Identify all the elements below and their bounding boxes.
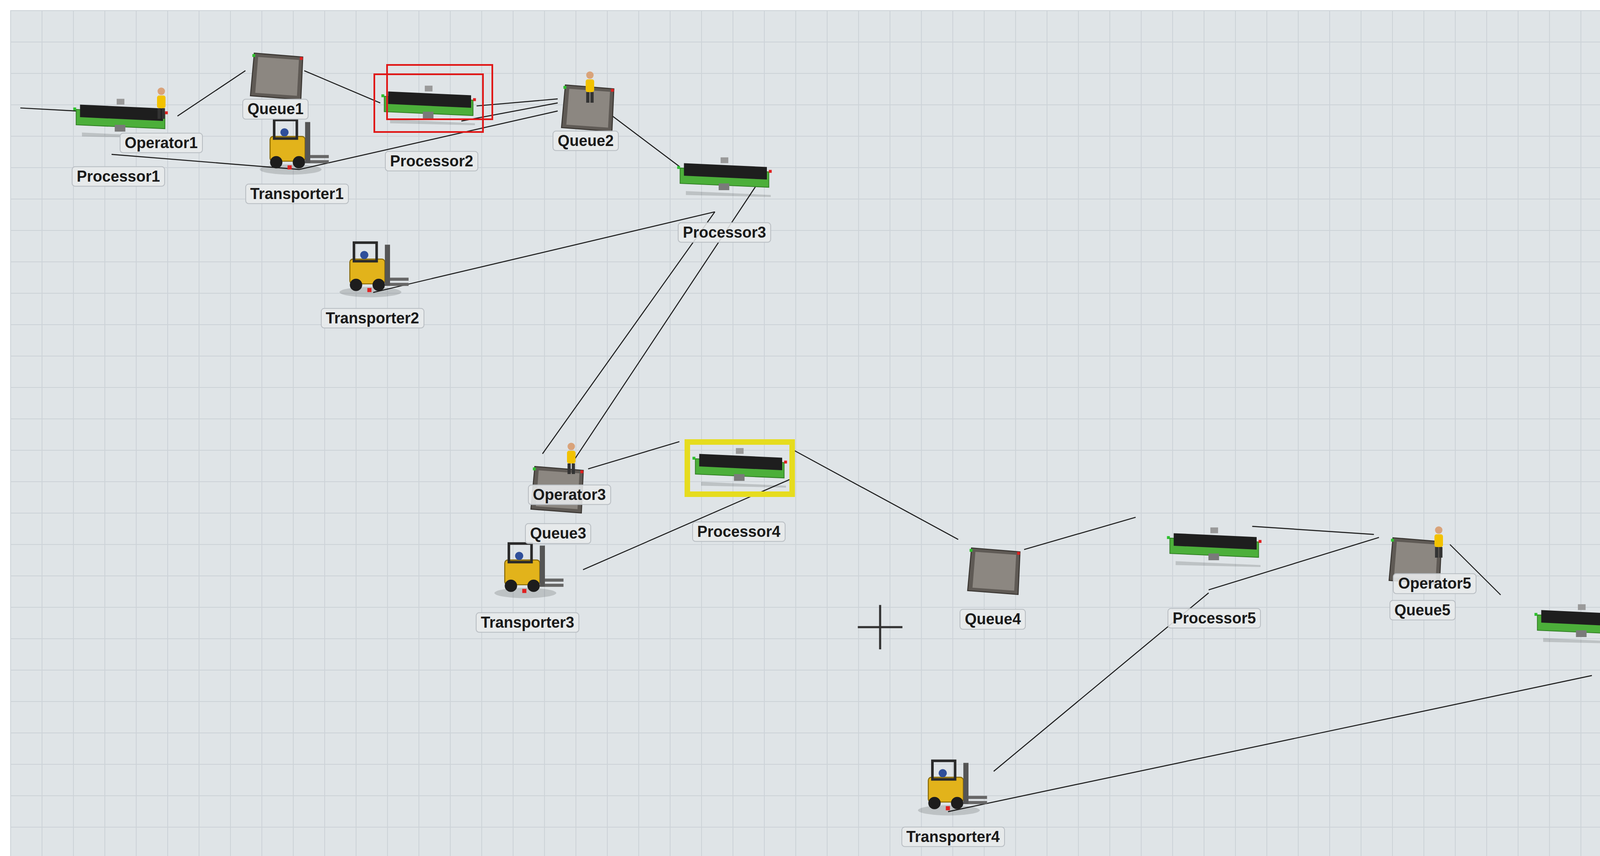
- object-label[interactable]: Queue4: [959, 609, 1026, 630]
- object-label[interactable]: Transporter3: [475, 611, 580, 633]
- object-label[interactable]: Queue1: [242, 98, 309, 120]
- processor-icon: [675, 154, 774, 197]
- forklift-icon: [339, 235, 412, 300]
- queue-node[interactable]: [965, 544, 1025, 599]
- operator-node[interactable]: [1430, 525, 1448, 561]
- object-label[interactable]: Queue2: [552, 130, 619, 152]
- connection-line: [588, 441, 680, 469]
- object-label[interactable]: Transporter2: [320, 308, 424, 329]
- object-label[interactable]: Operator5: [1392, 573, 1477, 594]
- object-label[interactable]: Transporter4: [901, 826, 1005, 847]
- processor-node[interactable]: [379, 82, 478, 126]
- queue-icon: [965, 544, 1025, 599]
- object-label[interactable]: Operator3: [527, 484, 612, 506]
- operator-node[interactable]: [581, 70, 599, 106]
- transporter-node[interactable]: [259, 112, 332, 177]
- connection-line: [791, 448, 959, 540]
- highlight-box: [684, 439, 795, 497]
- object-label[interactable]: Operator1: [119, 132, 203, 153]
- forklift-icon: [494, 536, 567, 601]
- operator-node[interactable]: [152, 86, 170, 122]
- operator-icon: [562, 441, 580, 477]
- selection-box: [373, 73, 484, 133]
- connection-layer: [10, 10, 1600, 856]
- forklift-icon: [917, 753, 991, 818]
- queue-node[interactable]: [247, 49, 308, 104]
- object-label[interactable]: Queue5: [1389, 600, 1456, 621]
- processor-node[interactable]: [1532, 601, 1600, 644]
- object-label[interactable]: Processor2: [384, 151, 479, 172]
- operator-icon: [1430, 525, 1448, 561]
- processor-icon: [1164, 524, 1264, 568]
- connection-line: [1252, 526, 1375, 535]
- operator-icon: [152, 86, 170, 122]
- forklift-icon: [259, 112, 332, 177]
- connection-line: [177, 70, 246, 117]
- connection-line: [542, 211, 715, 454]
- connection-line: [20, 107, 76, 111]
- object-label[interactable]: Processor4: [692, 521, 786, 542]
- object-label[interactable]: Queue3: [524, 523, 592, 544]
- connection-line: [461, 103, 558, 122]
- queue-icon: [247, 49, 308, 104]
- processor-node[interactable]: [675, 154, 774, 197]
- object-label[interactable]: Transporter1: [245, 183, 349, 205]
- processor-icon: [379, 82, 478, 126]
- processor-icon: [1532, 601, 1600, 644]
- object-label[interactable]: Processor1: [71, 166, 166, 187]
- processor-node[interactable]: [690, 445, 789, 488]
- transporter-node[interactable]: [494, 536, 567, 601]
- connection-line: [608, 112, 680, 167]
- operator-node[interactable]: [562, 441, 580, 477]
- crosshair-icon: [857, 605, 903, 650]
- transporter-node[interactable]: [917, 753, 991, 818]
- connection-line: [304, 70, 381, 104]
- connection-line: [583, 479, 792, 570]
- object-label[interactable]: Processor5: [1167, 608, 1261, 629]
- processor-icon: [690, 445, 789, 488]
- transporter-node[interactable]: [339, 235, 412, 300]
- object-label[interactable]: Processor3: [677, 222, 772, 243]
- processor-node[interactable]: [1164, 524, 1264, 568]
- operator-icon: [581, 70, 599, 106]
- model-canvas[interactable]: Processor1 Operator1 Queue1 Transporter1 Pro…: [0, 0, 1600, 856]
- connection-line: [572, 171, 766, 462]
- connection-line: [373, 211, 715, 293]
- connection-line: [1024, 517, 1136, 550]
- connection-line: [948, 675, 1592, 812]
